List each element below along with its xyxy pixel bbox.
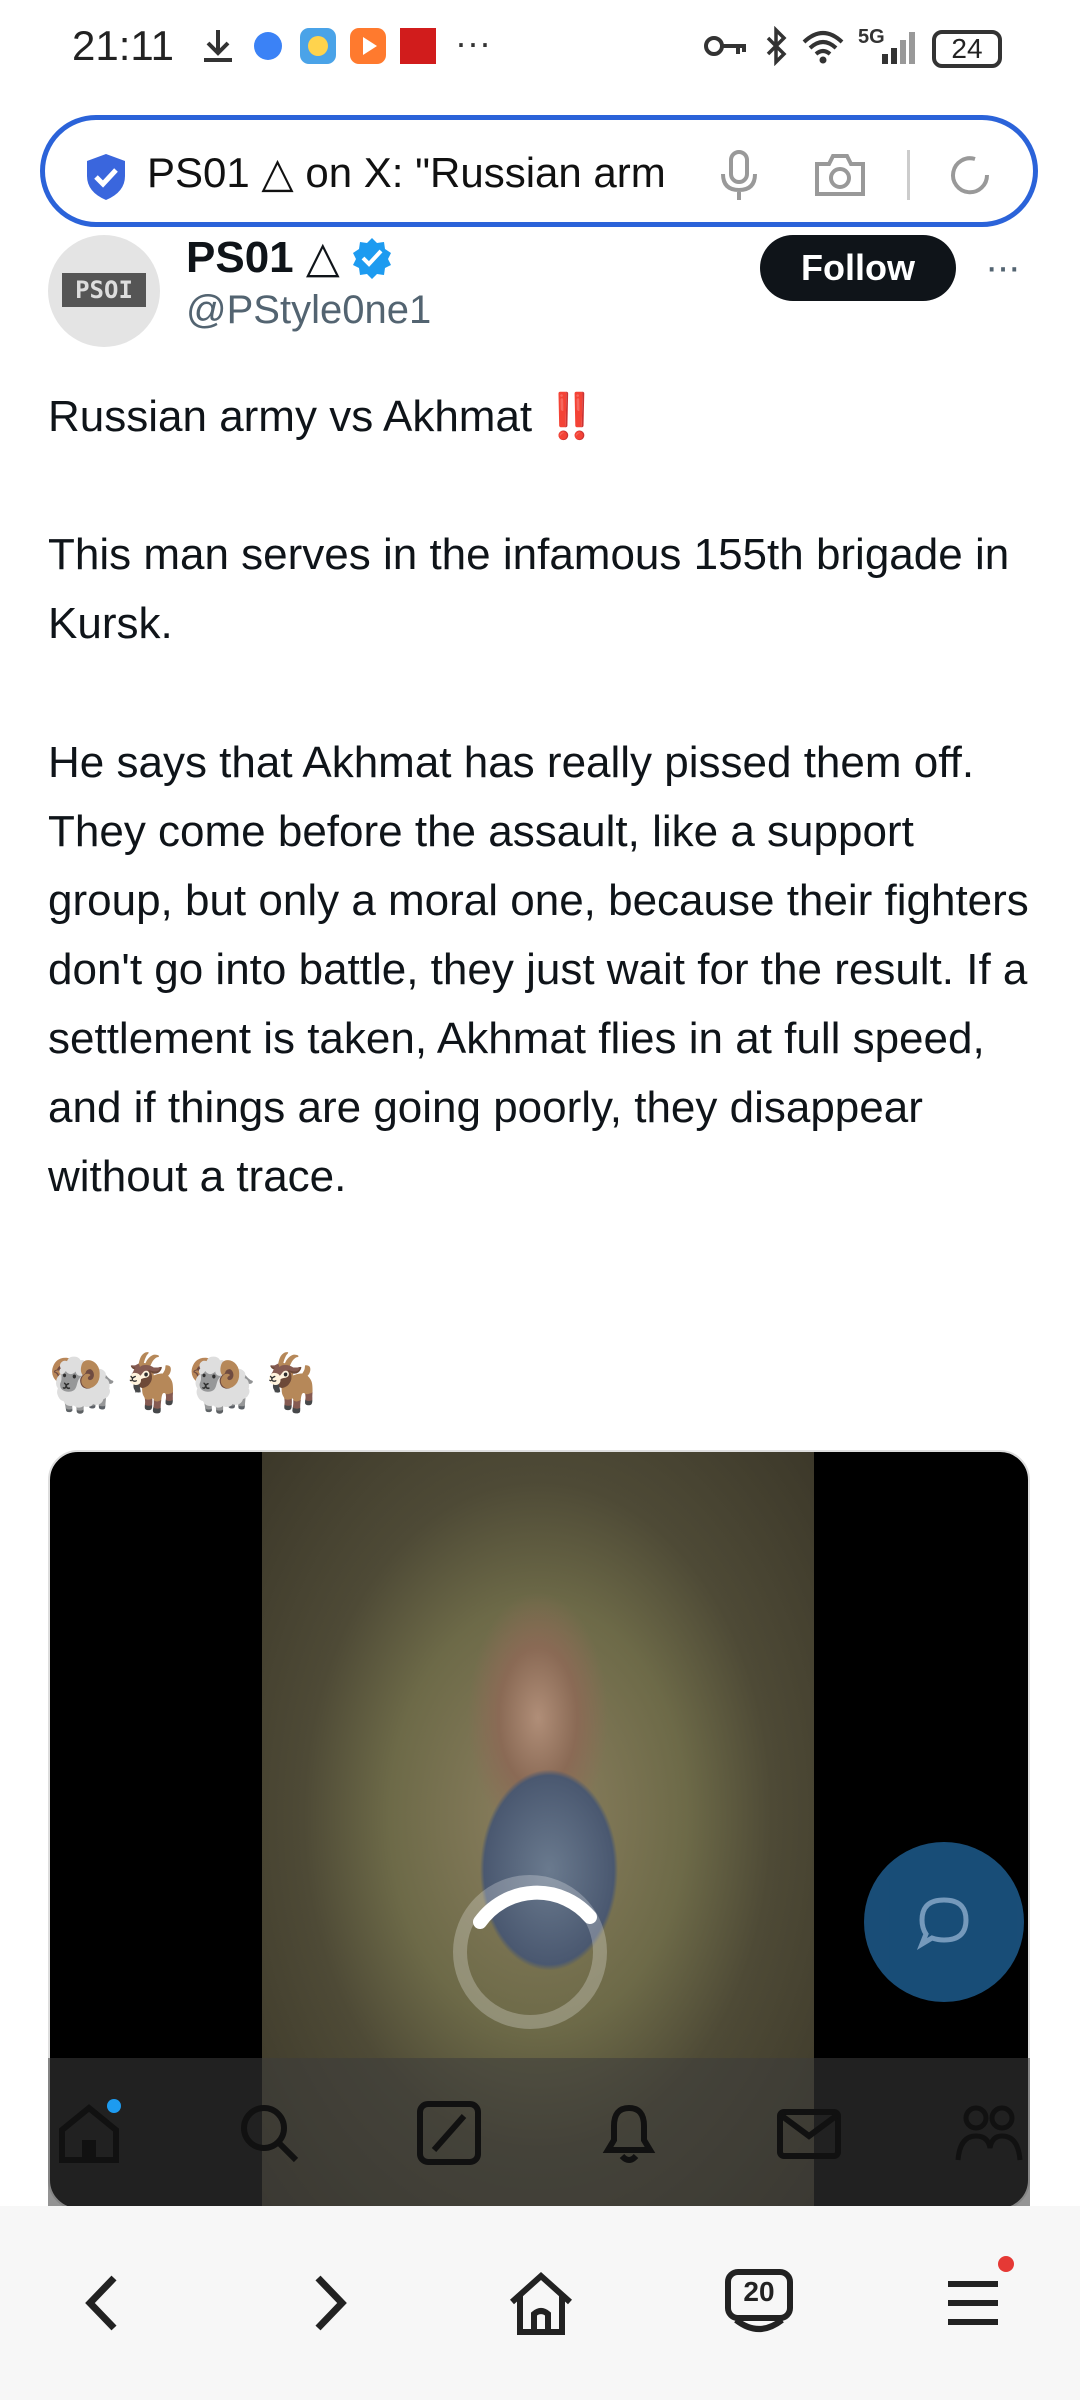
tweet-text-line1: Russian army vs Akhmat ‼️: [48, 392, 600, 441]
forward-icon[interactable]: [292, 2268, 362, 2338]
emoji-row: 🐏🐐🐏🐐: [48, 1351, 327, 1414]
download-icon: [204, 30, 232, 62]
refresh-icon[interactable]: [945, 150, 995, 200]
notifications-icon[interactable]: [594, 2098, 664, 2168]
shield-check-icon: [87, 154, 125, 200]
home-icon[interactable]: [54, 2098, 124, 2168]
more-options-icon[interactable]: ···: [985, 245, 1021, 290]
microphone-icon[interactable]: [717, 150, 761, 202]
divider: [907, 150, 910, 200]
loading-spinner-icon: [453, 1875, 607, 2029]
compose-fab[interactable]: [864, 1842, 1024, 2002]
battery-indicator: 24: [932, 30, 1002, 68]
chat-bubble-icon: [916, 1897, 969, 1950]
menu-icon[interactable]: [938, 2268, 1008, 2338]
back-icon[interactable]: [70, 2268, 140, 2338]
weather-icon: [300, 28, 336, 64]
bluetooth-icon: [766, 26, 787, 66]
wifi-icon: [802, 31, 844, 64]
display-name[interactable]: PS01 △: [186, 232, 340, 283]
key-icon: [704, 36, 746, 56]
grok-icon[interactable]: [414, 2098, 484, 2168]
more-notifications: ···: [455, 22, 491, 63]
address-bar[interactable]: PS01 △ on X: "Russian arm: [40, 115, 1038, 227]
tweet-paragraph-2: This man serves in the infamous 155th br…: [48, 530, 1010, 648]
url-text[interactable]: PS01 △ on X: "Russian arm: [147, 148, 717, 197]
avatar-logo: PSOI: [62, 273, 146, 307]
video-app-icon: [350, 28, 386, 64]
browser-nav-bar: 20: [0, 2206, 1080, 2400]
tabs-button[interactable]: 20: [722, 2268, 796, 2338]
x-tab-bar: [48, 2058, 1030, 2208]
home-icon[interactable]: [506, 2268, 576, 2338]
communities-icon[interactable]: [954, 2098, 1024, 2168]
verified-badge-icon: [353, 238, 391, 279]
news-app-icon: [400, 28, 436, 64]
avatar[interactable]: PSOI: [48, 235, 160, 347]
app-icon-blue: [254, 32, 282, 60]
notification-dot: [998, 2256, 1014, 2272]
tabs-count: 20: [743, 2276, 775, 2307]
status-bar: 21:11 ··· 5G 24: [0, 0, 1080, 100]
messages-icon[interactable]: [774, 2098, 844, 2168]
status-time: 21:11: [72, 22, 174, 69]
search-icon[interactable]: [234, 2098, 304, 2168]
camera-icon[interactable]: [813, 152, 867, 198]
tweet-paragraph-3: He says that Akhmat has really pissed th…: [48, 738, 1029, 1201]
follow-button[interactable]: Follow: [760, 235, 956, 301]
signal-icon: [882, 32, 915, 64]
user-handle[interactable]: @PStyle0ne1: [186, 288, 431, 333]
